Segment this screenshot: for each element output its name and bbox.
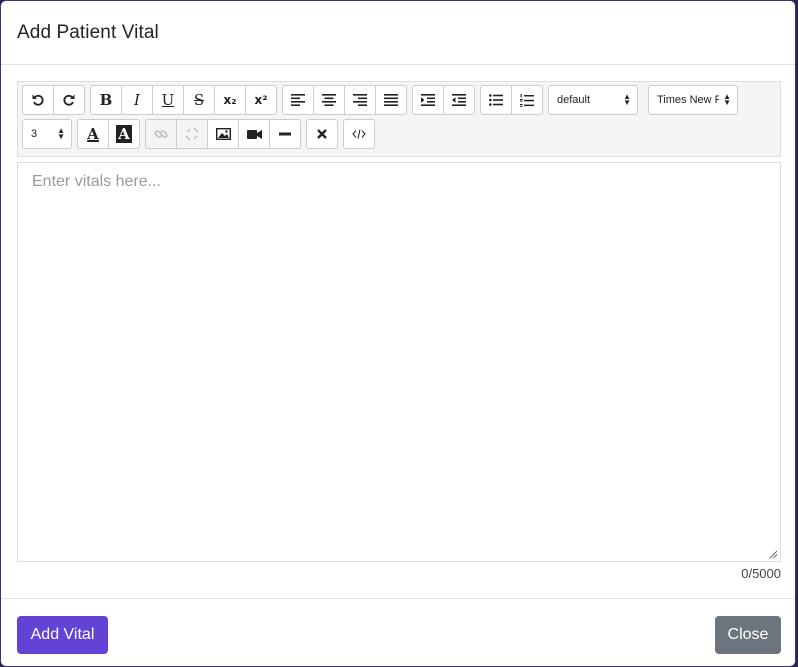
align-left-icon: [291, 94, 305, 106]
editor-placeholder: Enter vitals here...: [32, 173, 161, 190]
insert-group: [145, 119, 301, 149]
dialog-footer: Add Vital Close: [1, 598, 795, 666]
link-button[interactable]: [145, 119, 177, 149]
vitals-editor[interactable]: Enter vitals here...: [17, 162, 781, 562]
undo-button[interactable]: [22, 85, 54, 115]
align-center-button[interactable]: [313, 85, 345, 115]
align-justify-button[interactable]: [375, 85, 407, 115]
superscript-button[interactable]: x²: [245, 85, 277, 115]
image-icon: [215, 128, 231, 140]
resize-handle-icon[interactable]: [769, 550, 778, 559]
editor-toolbar: B I U S x₂ x² default ▲ ▼ Times New R ▲ …: [17, 81, 781, 157]
underline-button[interactable]: U: [152, 85, 184, 115]
bold-icon: B: [99, 91, 113, 109]
heading-select-value: default: [557, 94, 591, 106]
close-button[interactable]: Close: [715, 616, 781, 654]
code-view-button[interactable]: [343, 119, 375, 149]
subscript-button[interactable]: x₂: [214, 85, 246, 115]
heading-select[interactable]: default ▲ ▼: [548, 85, 638, 115]
dialog-header: Add Patient Vital: [1, 1, 795, 65]
highlight-color-icon: A: [116, 125, 132, 143]
code-group: [343, 119, 375, 149]
text-color-icon: A: [87, 125, 99, 143]
align-left-button[interactable]: [282, 85, 314, 115]
horizontal-rule-button[interactable]: [269, 119, 301, 149]
italic-button[interactable]: I: [121, 85, 153, 115]
superscript-icon: x²: [254, 93, 268, 107]
text-color-button[interactable]: A: [77, 119, 109, 149]
character-counter: 0/5000: [741, 566, 781, 581]
select-arrows-icon: ▲ ▼: [57, 126, 65, 141]
unlink-button[interactable]: [176, 119, 208, 149]
font-size-select[interactable]: 3 ▲ ▼: [22, 119, 72, 149]
outdent-icon: [452, 94, 466, 106]
subscript-icon: x₂: [223, 93, 237, 107]
link-icon: [154, 130, 168, 138]
align-center-icon: [322, 94, 336, 106]
align-right-icon: [353, 94, 367, 106]
outdent-button[interactable]: [443, 85, 475, 115]
dialog-title: Add Patient Vital: [17, 21, 159, 43]
color-group: A A: [77, 119, 140, 149]
bullet-list-button[interactable]: [480, 85, 512, 115]
bullet-list-icon: [489, 94, 503, 106]
strikethrough-button[interactable]: S: [183, 85, 215, 115]
style-group: B I U S x₂ x²: [90, 85, 277, 115]
clear-format-button[interactable]: [306, 119, 338, 149]
select-arrows-icon: ▲ ▼: [723, 92, 731, 107]
strikethrough-icon: S: [193, 91, 205, 109]
add-vital-button[interactable]: Add Vital: [17, 616, 108, 654]
indent-group: [412, 85, 475, 115]
align-justify-icon: [384, 94, 398, 106]
history-group: [22, 85, 85, 115]
numbered-list-button[interactable]: [511, 85, 543, 115]
list-group: [480, 85, 543, 115]
font-family-select-value: Times New R: [657, 94, 720, 106]
align-group: [282, 85, 407, 115]
font-family-select[interactable]: Times New R ▲ ▼: [648, 85, 738, 115]
italic-icon: I: [134, 91, 140, 109]
clear-group: [306, 119, 338, 149]
video-icon: [246, 129, 262, 139]
image-button[interactable]: [207, 119, 239, 149]
add-patient-vital-dialog: Add Patient Vital B I U S x₂ x² default …: [0, 0, 796, 667]
indent-button[interactable]: [412, 85, 444, 115]
toolbar-row-1: B I U S x₂ x² default ▲ ▼ Times New R ▲ …: [22, 85, 748, 115]
numbered-list-icon: [520, 93, 534, 107]
code-view-icon: [352, 129, 366, 139]
align-right-button[interactable]: [344, 85, 376, 115]
video-button[interactable]: [238, 119, 270, 149]
undo-icon: [32, 94, 44, 106]
dialog-body: B I U S x₂ x² default ▲ ▼ Times New R ▲ …: [17, 81, 781, 581]
toolbar-row-2: 3 ▲ ▼ A A: [22, 119, 380, 149]
unlink-icon: [185, 127, 199, 141]
bold-button[interactable]: B: [90, 85, 122, 115]
underline-icon: U: [161, 91, 175, 109]
indent-icon: [421, 94, 435, 106]
clear-format-icon: [317, 129, 327, 139]
select-arrows-icon: ▲ ▼: [623, 92, 631, 107]
highlight-color-button[interactable]: A: [108, 119, 140, 149]
horizontal-rule-icon: [279, 132, 291, 136]
font-size-select-value: 3: [31, 128, 38, 140]
redo-icon: [63, 94, 75, 106]
redo-button[interactable]: [53, 85, 85, 115]
